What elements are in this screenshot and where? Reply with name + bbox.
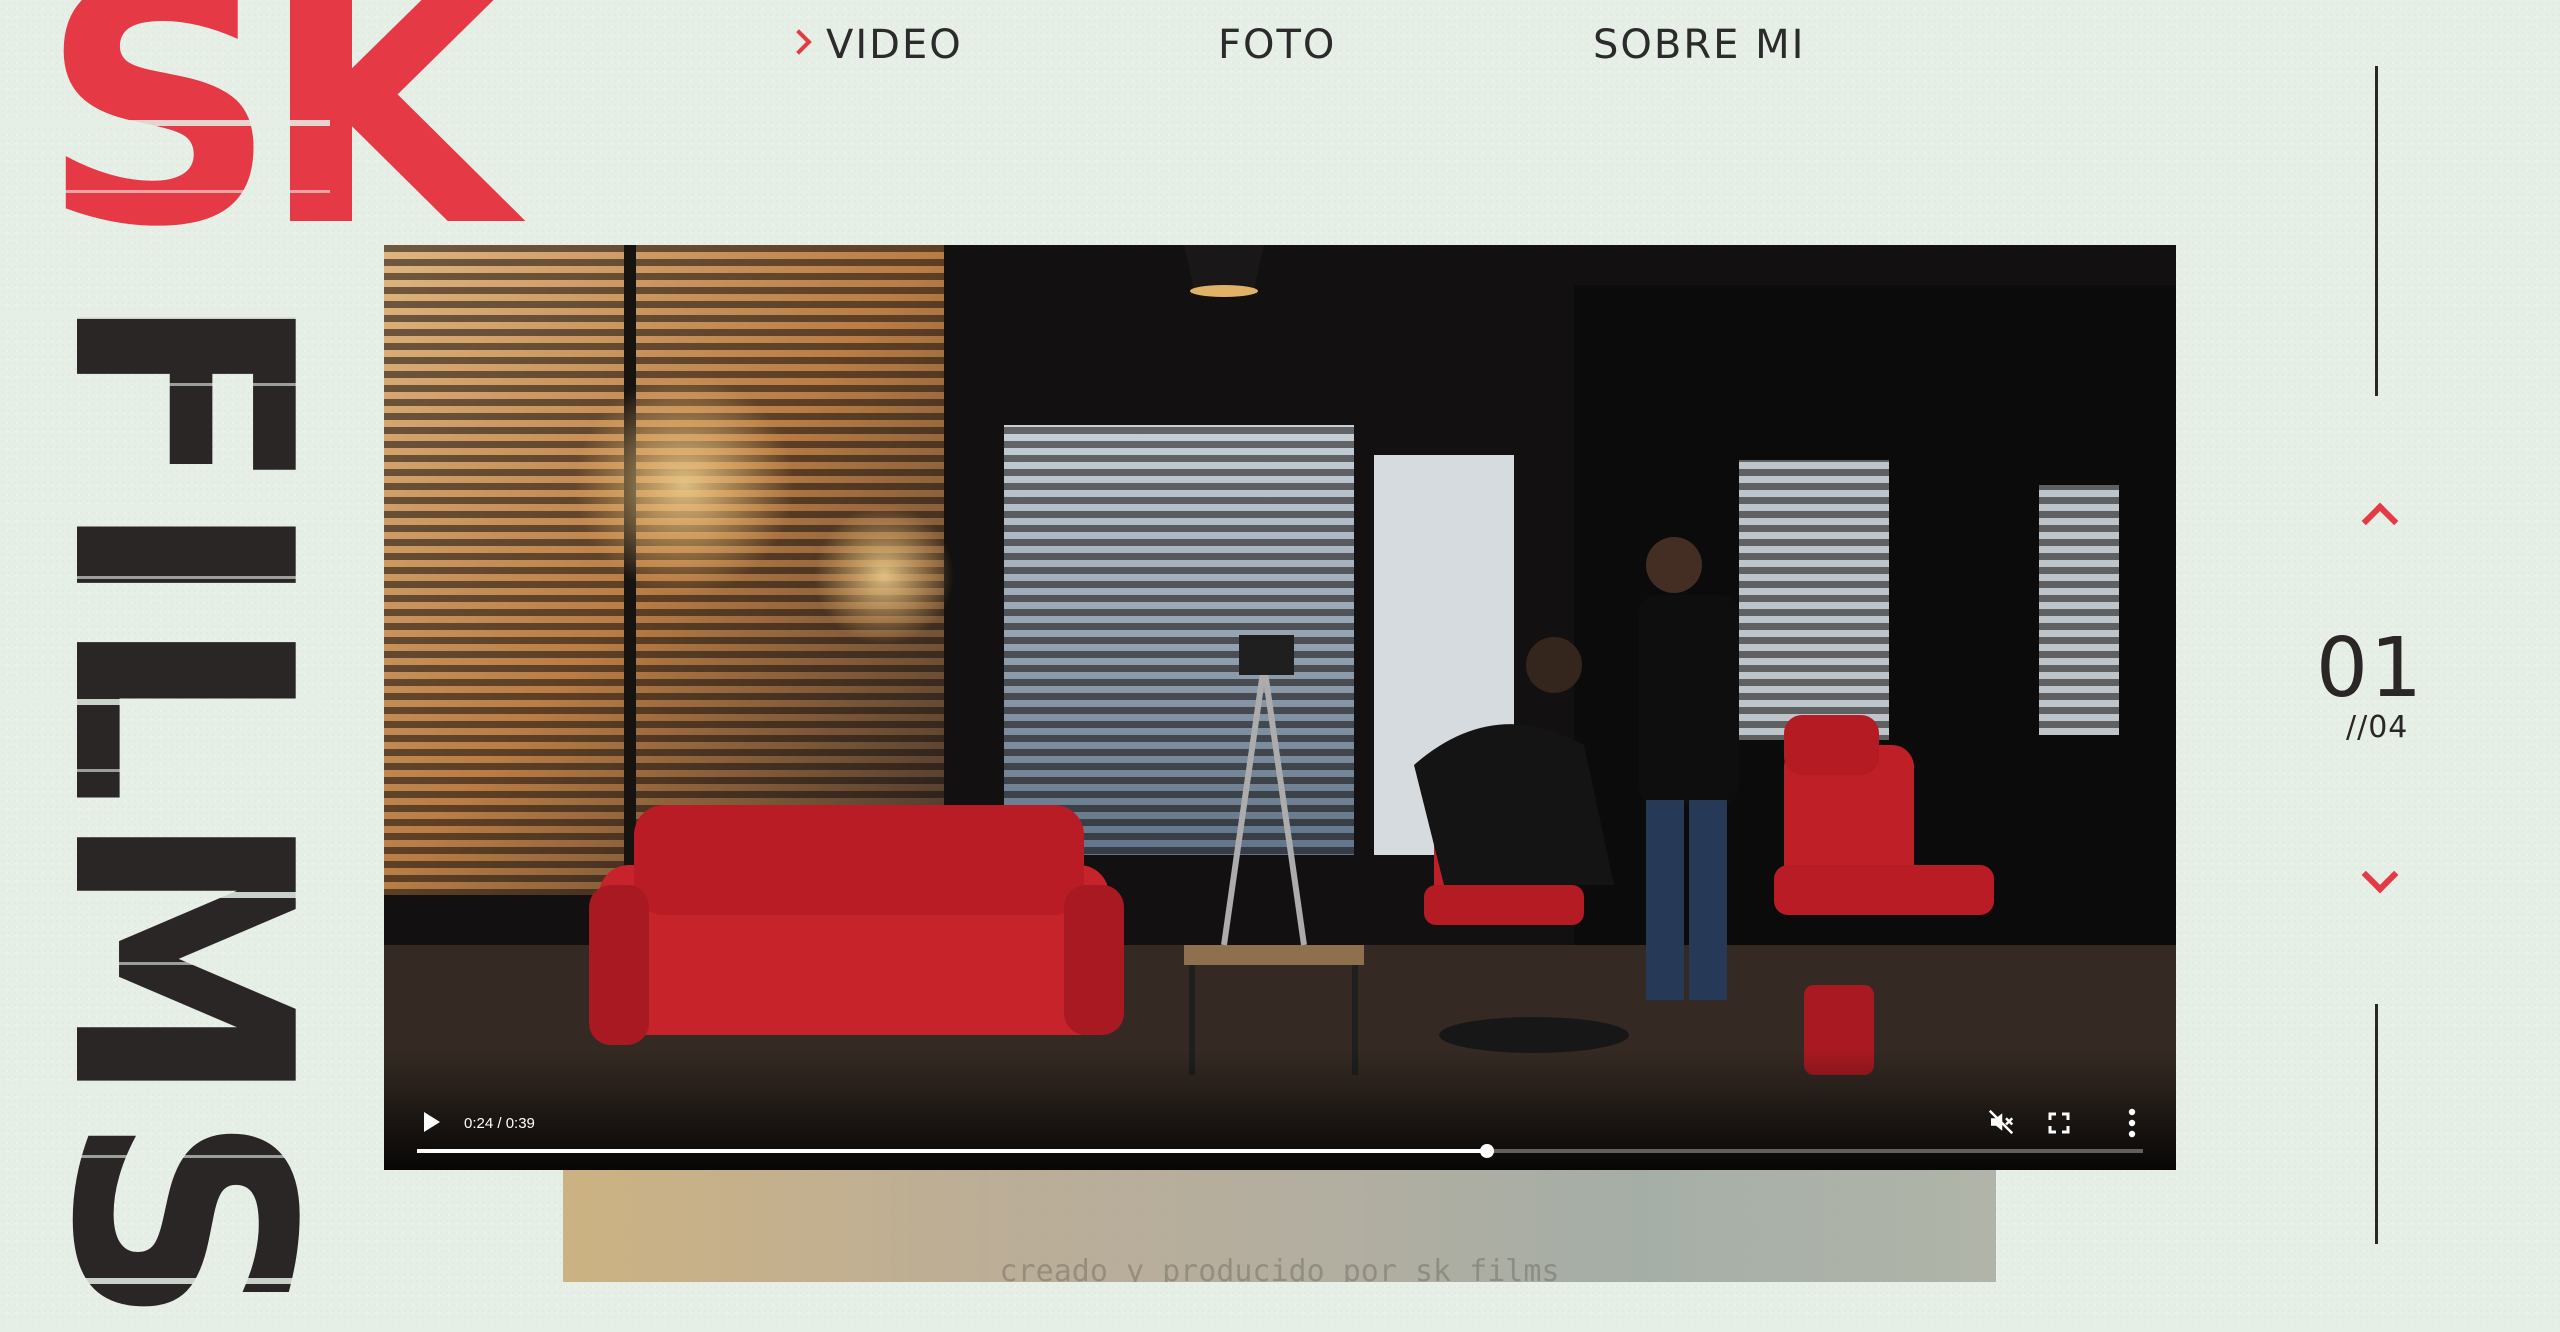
video-player[interactable]: 0:24 / 0:39 — [384, 245, 2176, 1170]
next-video-preview[interactable]: creado y producido por sk films — [563, 1170, 1996, 1282]
video-progress-fill — [417, 1149, 1488, 1153]
play-icon[interactable] — [424, 1112, 440, 1132]
nav-item-sobre-mi[interactable]: SOBRE MI — [1593, 22, 1805, 68]
video-progress-thumb[interactable] — [1480, 1144, 1495, 1158]
video-frame-barbershop — [384, 245, 2176, 1170]
fullscreen-icon[interactable] — [2047, 1111, 2071, 1135]
pager-current-index: 01 — [2315, 621, 2425, 716]
nav-item-video[interactable]: VIDEO — [786, 22, 963, 68]
video-time: 0:24 / 0:39 — [464, 1115, 535, 1132]
chevron-up-icon[interactable] — [2360, 498, 2390, 528]
nav-item-foto[interactable]: FOTO — [1218, 22, 1336, 68]
pager-divider-top — [2375, 66, 2378, 396]
video-controls: 0:24 / 0:39 — [384, 1050, 2176, 1170]
nav-item-label: VIDEO — [826, 22, 963, 68]
preview-caption: creado y producido por sk films — [999, 1254, 1560, 1282]
video-progress-bar[interactable] — [417, 1144, 2143, 1158]
mute-icon[interactable] — [1986, 1107, 2016, 1137]
chevron-down-icon[interactable] — [2360, 864, 2390, 894]
logo-sk[interactable]: SK — [40, 0, 515, 272]
pager-total: //04 — [2346, 710, 2409, 745]
chevron-right-icon — [786, 29, 812, 55]
pager-divider-bottom — [2375, 1004, 2378, 1244]
logo-films: FILMS — [6, 290, 355, 1332]
more-vert-icon[interactable] — [2128, 1108, 2136, 1138]
